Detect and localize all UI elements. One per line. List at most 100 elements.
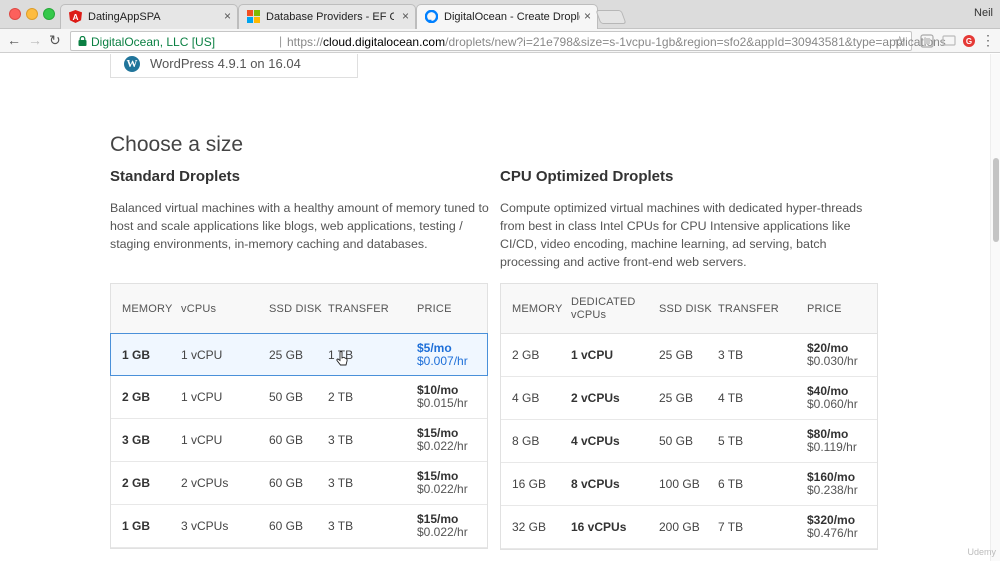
- tab-database-providers[interactable]: Database Providers - EF Core ×: [238, 4, 416, 29]
- cell-transfer: 3 TB: [328, 476, 354, 490]
- close-window-button[interactable]: [9, 8, 21, 20]
- tab-digitalocean-create-droplets[interactable]: DigitalOcean - Create Droplets ×: [416, 4, 598, 30]
- scrollbar-thumb[interactable]: [993, 158, 999, 242]
- table-row[interactable]: 1 GB 1 vCPU 25 GB 1 TB $5/mo $0.007/hr: [110, 333, 488, 376]
- tab-datingappspa[interactable]: A DatingAppSPA ×: [60, 4, 238, 29]
- cell-disk: 50 GB: [659, 434, 694, 448]
- cell-vcpus: 1 vCPU: [571, 348, 614, 362]
- header-vcpus: vCPUs: [181, 303, 217, 315]
- cell-disk: 50 GB: [269, 390, 304, 404]
- table-row[interactable]: 3 GB 1 vCPU 60 GB 3 TB $15/mo $0.022/hr: [111, 419, 487, 462]
- price-hourly: $0.022/hr: [417, 525, 468, 539]
- udemy-watermark: Udemy: [967, 547, 996, 557]
- angular-icon: A: [69, 10, 82, 23]
- cell-memory: 2 GB: [122, 476, 151, 490]
- svg-text:G: G: [966, 37, 972, 46]
- table-row[interactable]: 4 GB 2 vCPUs 25 GB 4 TB $40/mo $0.060/hr: [501, 377, 877, 420]
- price-hourly: $0.015/hr: [417, 396, 468, 410]
- cell-disk: 60 GB: [269, 519, 304, 533]
- microsoft-icon: [247, 10, 260, 23]
- cell-disk: 25 GB: [269, 348, 304, 362]
- cell-price: $80/mo $0.119/hr: [807, 428, 857, 454]
- bookmark-star-icon[interactable]: ☆: [893, 33, 906, 50]
- close-tab-icon[interactable]: ×: [224, 9, 231, 23]
- cell-price: $15/mo $0.022/hr: [417, 470, 468, 496]
- cell-vcpus: 2 vCPUs: [571, 391, 620, 405]
- cpu-optimized-droplets-title: CPU Optimized Droplets: [500, 168, 674, 185]
- extension-icon[interactable]: [920, 34, 934, 48]
- cast-icon[interactable]: [942, 34, 956, 48]
- cell-memory: 4 GB: [512, 391, 540, 405]
- new-tab-button[interactable]: [595, 10, 627, 24]
- cell-vcpus: 1 vCPU: [181, 348, 223, 362]
- cell-price: $20/mo $0.030/hr: [807, 342, 858, 368]
- notification-extension-icon[interactable]: G: [962, 34, 976, 48]
- maximize-window-button[interactable]: [43, 8, 55, 20]
- cell-transfer: 3 TB: [328, 519, 354, 533]
- cell-disk: 200 GB: [659, 520, 700, 534]
- cell-vcpus: 8 vCPUs: [571, 477, 620, 491]
- minimize-window-button[interactable]: [26, 8, 38, 20]
- table-row[interactable]: 1 GB 3 vCPUs 60 GB 3 TB $15/mo $0.022/hr: [111, 505, 487, 548]
- price-hourly: $0.476/hr: [807, 526, 858, 540]
- url-path: /droplets/new?i=21e798&size=s-1vcpu-1gb&…: [445, 35, 946, 49]
- selected-image-card[interactable]: W WordPress 4.9.1 on 16.04: [110, 54, 358, 78]
- section-title: Choose a size: [110, 133, 244, 156]
- header-price: PRICE: [807, 303, 842, 315]
- table-row[interactable]: 8 GB 4 vCPUs 50 GB 5 TB $80/mo $0.119/hr: [501, 420, 877, 463]
- cell-transfer: 4 TB: [718, 391, 744, 405]
- cell-disk: 100 GB: [659, 477, 700, 491]
- cell-vcpus: 1 vCPU: [181, 390, 223, 404]
- reload-icon[interactable]: ↻: [49, 32, 61, 48]
- url-domain: cloud.digitalocean.com: [323, 35, 446, 49]
- url-scheme: https://: [287, 35, 324, 49]
- cell-disk: 25 GB: [659, 348, 694, 362]
- cell-disk: 60 GB: [269, 433, 304, 447]
- close-tab-icon[interactable]: ×: [402, 9, 409, 23]
- table-row[interactable]: 32 GB 16 vCPUs 200 GB 7 TB $320/mo $0.476/hr: [501, 506, 877, 549]
- header-ssd-disk: SSD DISK: [269, 303, 322, 315]
- price-hourly: $0.022/hr: [417, 482, 468, 496]
- cell-transfer: 5 TB: [718, 434, 744, 448]
- browser-toolbar: ← → ↻ DigitalOcean, LLC [US] | https://c…: [0, 29, 1000, 53]
- svg-text:A: A: [72, 12, 78, 22]
- cell-transfer: 3 TB: [328, 433, 354, 447]
- back-arrow-icon[interactable]: ←: [7, 32, 21, 48]
- digitalocean-icon: [425, 10, 438, 23]
- cell-memory: 2 GB: [512, 348, 540, 362]
- forward-arrow-icon[interactable]: →: [28, 32, 42, 48]
- lock-icon: [78, 36, 87, 46]
- table-row[interactable]: 2 GB 1 vCPU 25 GB 3 TB $20/mo $0.030/hr: [501, 334, 877, 377]
- page-content: W WordPress 4.9.1 on 16.04 Choose a size…: [0, 54, 1000, 561]
- address-bar[interactable]: DigitalOcean, LLC [US] | https://cloud.d…: [70, 31, 946, 51]
- header-ssd-disk: SSD DISK: [659, 303, 712, 315]
- url-separator: |: [279, 34, 283, 48]
- url-text[interactable]: https://cloud.digitalocean.com/droplets/…: [287, 35, 946, 49]
- browser-tab-bar: A DatingAppSPA × Database Providers - EF…: [0, 0, 1000, 30]
- table-body: 1 GB 1 vCPU 25 GB 1 TB $5/mo $0.007/hr 2 GB 1 v…: [110, 333, 488, 548]
- table-row[interactable]: 2 GB 1 vCPU 50 GB 2 TB $10/mo $0.015/hr: [111, 376, 487, 419]
- cell-price: $15/mo $0.022/hr: [417, 513, 468, 539]
- tab-label: DigitalOcean - Create Droplets: [444, 11, 580, 23]
- more-menu-icon[interactable]: ⋮: [981, 32, 995, 49]
- cell-price: $10/mo $0.015/hr: [417, 384, 468, 410]
- price-hourly: $0.238/hr: [807, 483, 858, 497]
- table-row[interactable]: 2 GB 2 vCPUs 60 GB 3 TB $15/mo $0.022/hr: [111, 462, 487, 505]
- cell-price: $15/mo $0.022/hr: [417, 427, 468, 453]
- price-hourly: $0.119/hr: [807, 440, 857, 454]
- cell-vcpus: 1 vCPU: [181, 433, 223, 447]
- standard-droplets-title: Standard Droplets: [110, 168, 241, 185]
- cell-price: $5/mo $0.007/hr: [417, 342, 468, 368]
- cell-vcpus: 4 vCPUs: [571, 434, 620, 448]
- tab-label: DatingAppSPA: [88, 11, 161, 23]
- page-scrollbar[interactable]: [990, 54, 1000, 561]
- cell-vcpus: 3 vCPUs: [181, 519, 229, 533]
- table-row[interactable]: 16 GB 8 vCPUs 100 GB 6 TB $160/mo $0.238/hr: [501, 463, 877, 506]
- header-price: PRICE: [417, 303, 452, 315]
- close-tab-icon[interactable]: ×: [584, 9, 591, 23]
- price-hourly: $0.022/hr: [417, 439, 468, 453]
- profile-name[interactable]: Neil: [974, 7, 993, 19]
- table-body: 2 GB 1 vCPU 25 GB 3 TB $20/mo $0.030/hr 4 GB 2 …: [501, 334, 877, 549]
- cell-transfer: 6 TB: [718, 477, 744, 491]
- header-dedicated-vcpus: DEDICATED vCPUs: [571, 296, 636, 321]
